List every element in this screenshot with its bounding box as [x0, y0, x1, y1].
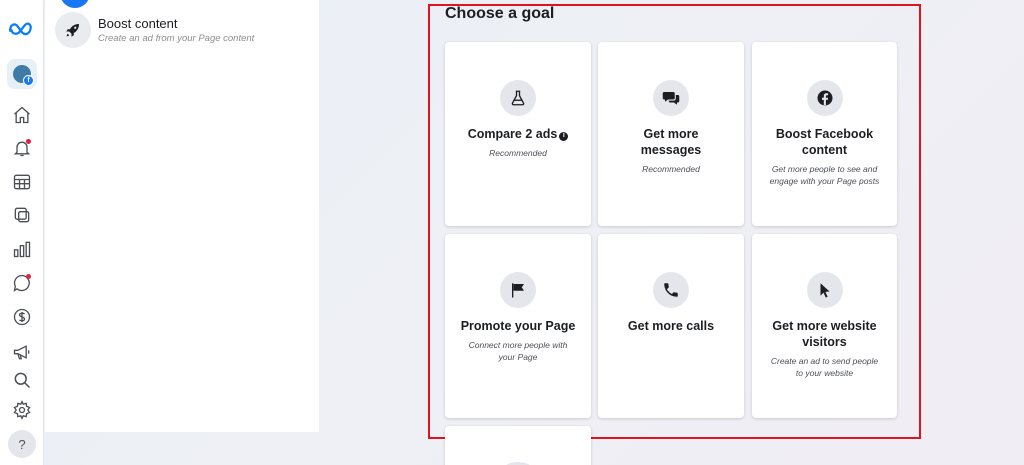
billing-icon[interactable] — [8, 303, 36, 331]
flag-icon — [500, 272, 536, 308]
selected-option-indicator — [60, 0, 90, 8]
facebook-badge-icon: f — [23, 75, 34, 86]
goal-subtitle: Get more people to see and engage with y… — [769, 164, 880, 186]
rocket-icon — [55, 12, 91, 48]
goal-card-boost-facebook[interactable]: Boost Facebook content Get more people t… — [752, 42, 897, 226]
flask-icon — [500, 80, 536, 116]
goal-card-partial[interactable] — [445, 426, 591, 465]
goal-title: Promote your Page — [460, 319, 576, 333]
help-icon[interactable]: ? — [8, 430, 36, 458]
boost-content-subtitle: Create an ad from your Page content — [98, 32, 255, 44]
goal-subtitle: Connect more people with your Page — [468, 340, 568, 362]
goal-card-messages[interactable]: Get more messages Recommended — [598, 42, 744, 226]
info-icon[interactable]: i — [559, 131, 569, 141]
side-panel: Boost content Create an ad from your Pag… — [45, 0, 319, 432]
megaphone-icon[interactable] — [8, 338, 36, 366]
boost-content-title: Boost content — [98, 15, 178, 31]
goal-card-promote-page[interactable]: Promote your Page Connect more people wi… — [445, 234, 591, 418]
notification-dot — [26, 139, 31, 144]
settings-gear-icon[interactable] — [8, 396, 36, 424]
page-title: Choose a goal — [445, 5, 555, 22]
goal-title: Get more website visitors — [772, 319, 877, 349]
meta-logo-icon[interactable] — [8, 14, 36, 42]
page-avatar-image: f — [13, 65, 34, 86]
messages-icon[interactable] — [8, 269, 36, 297]
bar-chart-icon[interactable] — [8, 235, 36, 263]
notifications-icon[interactable] — [8, 134, 36, 162]
goal-card-website-visitors[interactable]: Get more website visitors Create an ad t… — [752, 234, 897, 418]
layers-icon[interactable] — [8, 201, 36, 229]
goal-subtitle: Create an ad to send people to your webs… — [770, 356, 879, 378]
goal-title: Boost Facebook content — [775, 127, 874, 157]
goal-title: Get more calls — [627, 319, 715, 333]
boost-content-option[interactable]: Boost content Create an ad from your Pag… — [55, 12, 254, 48]
phone-icon — [653, 272, 689, 308]
cursor-icon — [806, 272, 843, 308]
home-icon[interactable] — [8, 101, 36, 129]
search-icon[interactable] — [8, 366, 36, 394]
goal-title: Compare 2 ads — [467, 127, 558, 141]
message-dot — [26, 274, 31, 279]
goal-title-container: Compare 2 ads i — [454, 126, 583, 142]
page-avatar[interactable]: f — [7, 59, 37, 89]
goal-title: Get more messages — [640, 127, 702, 157]
chat-bubbles-icon — [653, 80, 689, 116]
meta-logo-shape — [8, 22, 32, 36]
facebook-icon — [806, 80, 843, 116]
table-icon[interactable] — [8, 168, 36, 196]
goal-card-calls[interactable]: Get more calls — [598, 234, 744, 418]
goal-card-compare-ads[interactable]: Compare 2 ads i Recommended — [445, 42, 591, 226]
left-nav-rail: f ? — [0, 0, 44, 465]
goal-subtitle: Recommended — [642, 164, 700, 174]
goal-subtitle: Recommended — [489, 148, 547, 158]
